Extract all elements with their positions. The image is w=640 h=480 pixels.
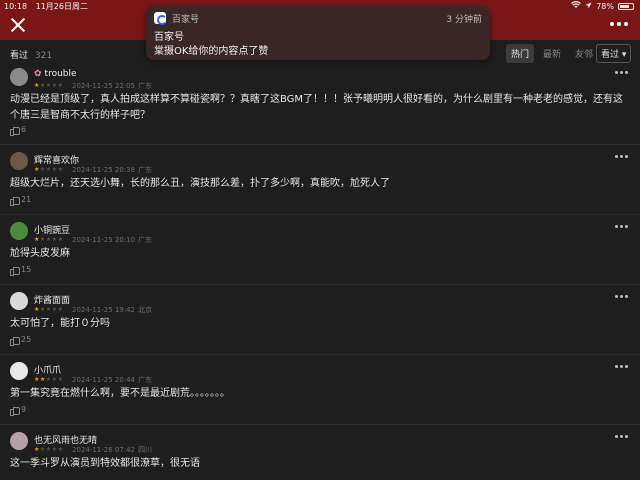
comment-meta: 2024-11-25 20:38 广东: [72, 165, 155, 175]
comment-text: 尬得头皮发麻: [10, 248, 70, 259]
divider: [0, 144, 640, 145]
thumbs-up-icon: [10, 406, 20, 416]
tab-friends[interactable]: 友邻: [570, 44, 598, 63]
avatar[interactable]: [10, 152, 28, 170]
comment-meta: 2024-11-25 20:10 广东: [72, 235, 155, 245]
comment-item: ✿ trouble ★★★★★ 2024-11-25 22:05 广东 动漫已经是顶…: [0, 68, 640, 144]
comment-date: 2024-11-26 07:42: [72, 446, 136, 454]
comment-meta: 2024-11-25 22:05 广东: [72, 81, 155, 91]
filter-dropdown[interactable]: 看过 ▾: [596, 44, 632, 63]
like-count: 6: [21, 125, 27, 134]
avatar[interactable]: [10, 292, 28, 310]
comment-text: 超级大烂片，还天选小舞，长的那么丑，演技那么差，扑了多少啊，真能吹，尬死人了: [10, 178, 390, 189]
more-options-button[interactable]: [610, 22, 628, 26]
like-button[interactable]: 6: [10, 125, 27, 136]
comment-meta: 2024-11-25 19:42 北京: [72, 305, 155, 315]
like-button[interactable]: 15: [10, 265, 32, 276]
comment-more-button[interactable]: [615, 155, 628, 158]
comment-text: 这一季斗罗从演员到特效都很潦草，很无语: [10, 458, 200, 469]
comment-item: 小爪爪 ★★★★★ 2024-11-25 20:44 广东 第一集究竟在燃什么啊，…: [0, 362, 640, 424]
views-counter: 看过 321: [10, 48, 52, 61]
like-count: 9: [21, 405, 27, 414]
like-count: 25: [21, 335, 32, 344]
comment-author-name[interactable]: 小爪爪: [34, 363, 61, 376]
location-icon: [585, 2, 592, 11]
notification-title: 百家号: [154, 32, 184, 43]
divider: [0, 424, 640, 425]
star-rating: ★★★★★: [34, 236, 64, 243]
thumbs-up-icon: [10, 266, 20, 276]
comment-text: 太可怕了，能打０分吗: [10, 318, 110, 329]
battery-fill: [620, 4, 629, 8]
comment-more-button[interactable]: [615, 71, 628, 74]
like-button[interactable]: 25: [10, 335, 32, 346]
notification-time: 3 分钟前: [446, 15, 482, 25]
avatar[interactable]: [10, 68, 28, 86]
comment-more-button[interactable]: [615, 365, 628, 368]
like-count: 21: [21, 195, 32, 204]
avatar[interactable]: [10, 222, 28, 240]
comment-text: 第一集究竟在燃什么啊，要不是最近剧荒。。。。。。。: [10, 388, 230, 399]
flower-icon: ✿: [34, 69, 42, 79]
status-time: 10:18: [4, 2, 28, 11]
comment-date: 2024-11-25 19:42: [72, 306, 136, 314]
comment-meta: 2024-11-25 20:44 广东: [72, 375, 155, 385]
avatar[interactable]: [10, 432, 28, 450]
views-label: 看过: [10, 51, 29, 61]
comment-author-name[interactable]: 小铜豌豆: [34, 223, 70, 236]
thumbs-up-icon: [10, 336, 20, 346]
tab-hot[interactable]: 热门: [506, 44, 535, 63]
sort-tabs: 热门 最新 友邻: [506, 44, 598, 63]
like-button[interactable]: 9: [10, 405, 27, 416]
baijiahao-app-icon: [154, 12, 167, 25]
divider: [0, 214, 640, 215]
like-count: 15: [21, 265, 32, 274]
star-rating: ★★★★★: [34, 82, 64, 89]
wifi-icon: [571, 1, 582, 11]
comment-location: 广东: [138, 236, 153, 244]
comments-header: 看过 321 热门 最新 友邻 看过 ▾: [0, 44, 640, 64]
star-rating: ★★★★★: [34, 376, 64, 383]
like-button[interactable]: 21: [10, 195, 32, 206]
star-rating: ★★★★★: [34, 446, 64, 453]
comment-item: 辉常喜欢你 ★★★★★ 2024-11-25 20:38 广东 超级大烂片，还天选…: [0, 152, 640, 214]
comment-date: 2024-11-25 20:38: [72, 166, 136, 174]
status-date: 11月26日周二: [35, 2, 88, 11]
comment-item: 小铜豌豆 ★★★★★ 2024-11-25 20:10 广东 尬得头皮发麻 15: [0, 222, 640, 284]
comment-author[interactable]: ✿ trouble: [34, 69, 77, 79]
divider: [0, 354, 640, 355]
comment-item: 也无风雨也无晴 ★★★★★ 2024-11-26 07:42 四川 这一季斗罗从演…: [0, 432, 640, 480]
close-button[interactable]: [10, 17, 26, 33]
comment-author-name[interactable]: 炸酱面面: [34, 293, 70, 306]
battery-percent: 78%: [596, 1, 614, 11]
comment-date: 2024-11-25 20:10: [72, 236, 136, 244]
comment-author-name: trouble: [44, 69, 77, 79]
comment-location: 广东: [138, 82, 153, 90]
thumbs-up-icon: [10, 196, 20, 206]
comment-more-button[interactable]: [615, 295, 628, 298]
comment-more-button[interactable]: [615, 225, 628, 228]
comment-date: 2024-11-25 20:44: [72, 376, 136, 384]
comment-date: 2024-11-25 22:05: [72, 82, 136, 90]
views-count: 321: [34, 51, 53, 61]
battery-icon: [618, 2, 634, 10]
comment-text: 动漫已经是顶级了，真人拍成这样算不算碰瓷啊？？真瞎了这BGM了！！！张予曦明明人…: [10, 94, 624, 121]
comment-location: 广东: [138, 376, 153, 384]
comment-location: 北京: [138, 306, 153, 314]
star-rating: ★★★★★: [34, 166, 64, 173]
thumbs-up-icon: [10, 126, 20, 136]
tab-latest[interactable]: 最新: [538, 44, 566, 63]
avatar[interactable]: [10, 362, 28, 380]
notification-app-name: 百家号: [172, 15, 200, 25]
star-rating: ★★★★★: [34, 306, 64, 313]
comment-meta: 2024-11-26 07:42 四川: [72, 445, 155, 455]
comment-location: 四川: [138, 446, 153, 454]
divider: [0, 284, 640, 285]
comment-item: 炸酱面面 ★★★★★ 2024-11-25 19:42 北京 太可怕了，能打０分吗…: [0, 292, 640, 354]
comment-location: 广东: [138, 166, 153, 174]
comment-more-button[interactable]: [615, 435, 628, 438]
